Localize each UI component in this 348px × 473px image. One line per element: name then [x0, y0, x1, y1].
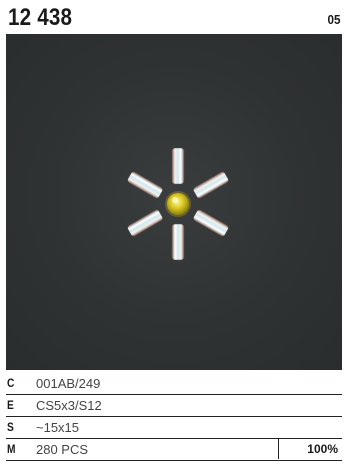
spec-percent: 100%	[278, 439, 342, 459]
spec-row-minimum: M 280 PCS 100%	[6, 439, 342, 461]
spec-value: ~15x15	[36, 420, 80, 435]
spec-table: C 001AB/249 E CS5x3/S12 S ~15x15 M 280 P…	[6, 373, 342, 461]
spec-value: 280 PCS	[36, 442, 89, 457]
crystal-bar	[171, 147, 185, 185]
spec-value: 001AB/249	[36, 376, 101, 391]
rhinestone-motif-icon	[127, 147, 229, 261]
product-code: 12 438	[8, 4, 73, 31]
spec-key: C	[7, 376, 15, 390]
spec-key: S	[7, 420, 14, 434]
header: 12 438 05	[6, 0, 342, 34]
spec-row-color: C 001AB/249	[6, 373, 342, 395]
page-number: 05	[326, 12, 340, 27]
spec-value: CS5x3/S12	[36, 398, 102, 413]
spec-key: M	[7, 442, 16, 456]
spec-row-size: S ~15x15	[6, 417, 342, 439]
spec-row-element: E CS5x3/S12	[6, 395, 342, 417]
spec-key: E	[7, 398, 14, 412]
product-photo	[6, 34, 342, 370]
